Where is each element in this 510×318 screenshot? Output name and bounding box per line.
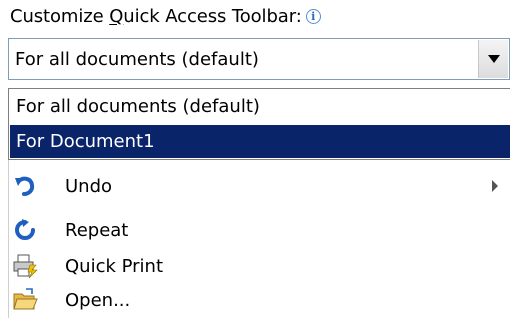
open-folder-icon	[11, 286, 39, 314]
customize-qat-label: Customize Quick Access Toolbar: i	[10, 3, 321, 29]
undo-icon	[11, 172, 39, 200]
label-accelerator: Q	[109, 5, 124, 27]
list-item-label: Undo	[65, 175, 113, 197]
chevron-down-icon	[487, 55, 500, 63]
quick-print-icon	[11, 252, 39, 280]
combobox-value: For all documents (default)	[15, 48, 259, 70]
list-item-open[interactable]: Open...	[9, 282, 510, 318]
label-suffix: uick Access Toolbar:	[123, 5, 302, 27]
commands-list: Undo Repeat Quick Print Open...	[8, 160, 510, 318]
dropdown-button[interactable]	[478, 40, 508, 78]
list-item-label: Open...	[65, 289, 131, 311]
list-item-quick-print[interactable]: Quick Print	[9, 248, 510, 284]
document-scope-dropdown-list: For all documents (default) For Document…	[8, 88, 510, 160]
document-scope-combobox[interactable]: For all documents (default)	[8, 38, 510, 80]
label-prefix: Customize	[10, 5, 110, 27]
list-item-label: Quick Print	[65, 255, 164, 277]
list-item-label: Repeat	[65, 219, 129, 241]
repeat-icon	[11, 216, 39, 244]
list-item-repeat[interactable]: Repeat	[9, 212, 510, 248]
option-all-documents[interactable]: For all documents (default)	[10, 90, 510, 123]
info-icon[interactable]: i	[305, 8, 321, 24]
option-document1[interactable]: For Document1	[10, 125, 510, 158]
list-item-undo[interactable]: Undo	[9, 168, 510, 204]
submenu-arrow-icon	[492, 180, 498, 192]
